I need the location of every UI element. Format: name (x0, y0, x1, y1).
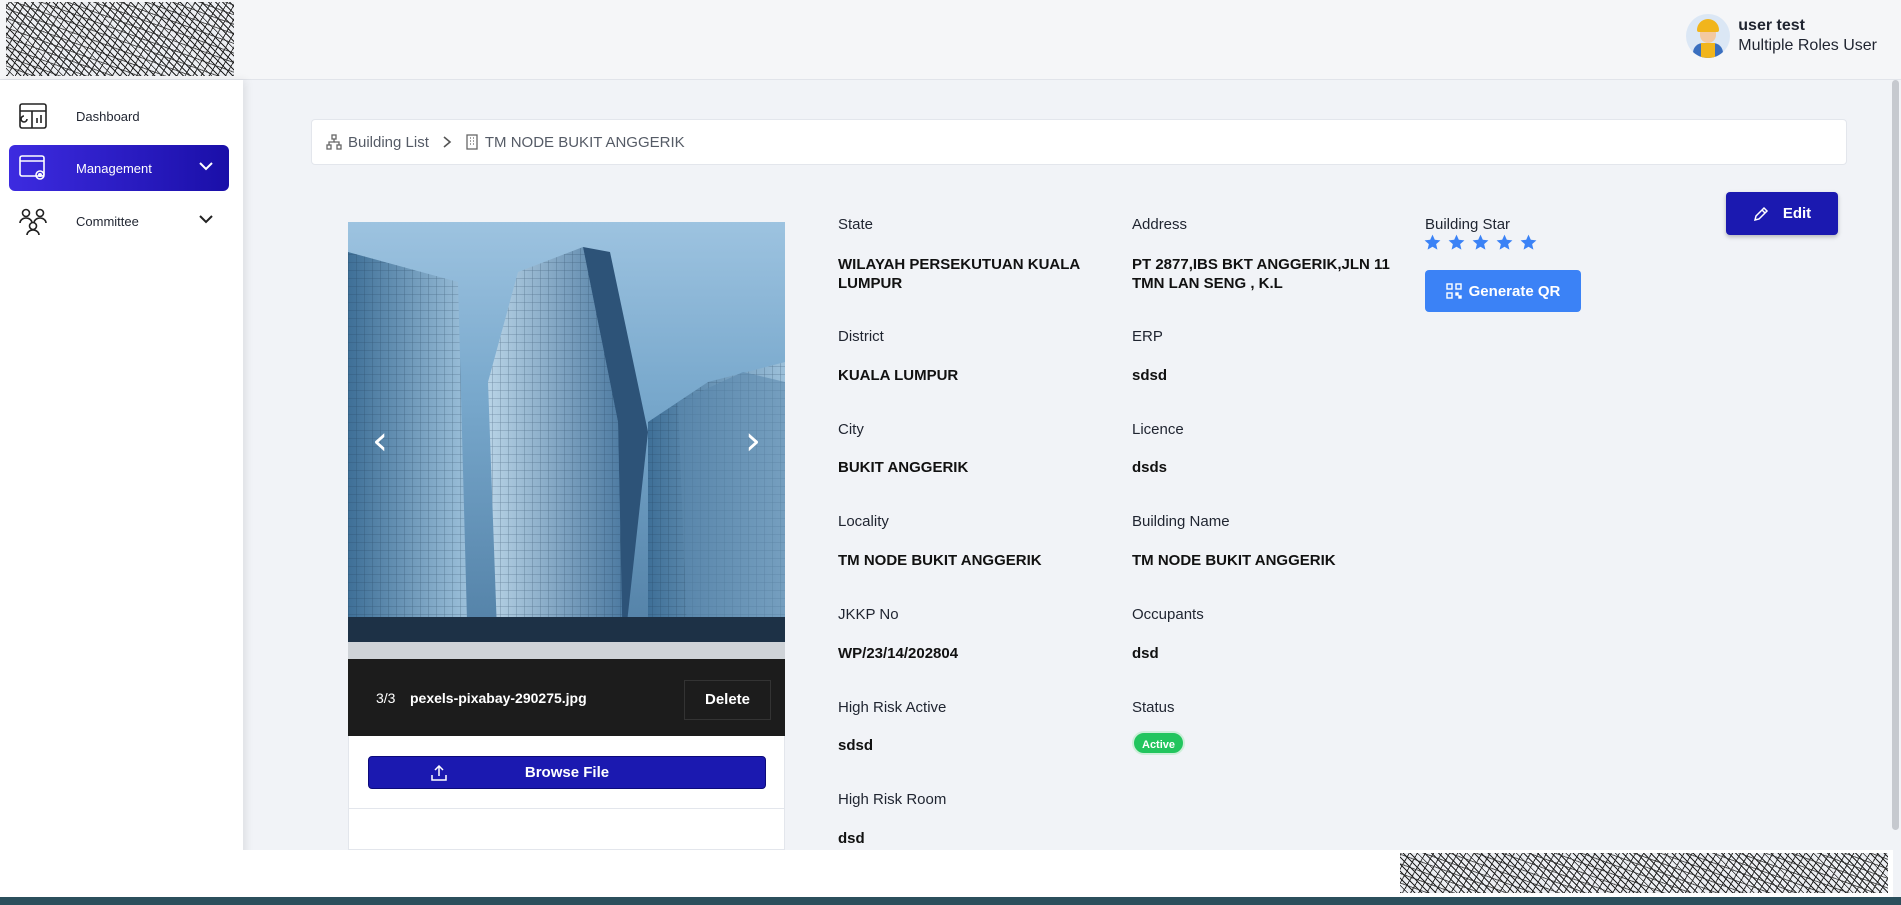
app-logo[interactable] (6, 2, 234, 76)
high-risk-room-label: High Risk Room (838, 791, 947, 808)
district-label: District (838, 328, 884, 345)
image-filename: pexels-pixabay-290275.jpg (410, 690, 587, 706)
chevron-down-icon[interactable] (197, 157, 215, 178)
occupants-value: dsd (1132, 645, 1159, 662)
window-bottom-edge (0, 897, 1901, 905)
star-icon[interactable] (1423, 233, 1442, 252)
sidebar-item-label: Dashboard (76, 108, 140, 124)
sidebar-item-dashboard[interactable]: Dashboard (9, 93, 229, 139)
status-label: Status (1132, 699, 1175, 716)
erp-value: sdsd (1132, 367, 1168, 384)
jkkp-value: WP/23/14/202804 (838, 645, 959, 662)
card-divider (348, 808, 785, 809)
building-name-label: Building Name (1132, 513, 1230, 530)
chevron-down-icon[interactable] (197, 210, 215, 231)
user-role: Multiple Roles User (1738, 37, 1877, 54)
edit-button[interactable]: Edit (1726, 192, 1838, 235)
avatar[interactable] (1686, 14, 1731, 58)
browse-file-label: Browse File (524, 764, 610, 781)
high-risk-active-label: High Risk Active (838, 699, 947, 716)
address-value: PT 2877,IBS BKT ANGGERIK,JLN 11 TMN LAN … (1132, 256, 1390, 292)
star-icon[interactable] (1471, 233, 1490, 252)
state-value: WILAYAH PERSEKUTUAN KUALA LUMPUR (838, 256, 1080, 292)
city-label: City (838, 421, 864, 438)
breadcrumb-current: TM NODE BUKIT ANGGERIK (484, 133, 685, 151)
occupants-label: Occupants (1132, 606, 1204, 623)
image-caption-bar: 3/3 pexels-pixabay-290275.jpg Delete (348, 659, 785, 736)
image-counter: 3/3 (376, 690, 396, 706)
carousel-next-button[interactable]: › (745, 418, 761, 464)
sidebar-item-label: Management (76, 160, 152, 176)
breadcrumb: Building List TM NODE BUKIT ANGGERIK (311, 119, 1847, 165)
star-icon[interactable] (1495, 233, 1514, 252)
generate-qr-label: Generate QR (1468, 282, 1561, 300)
sidebar-item-committee[interactable]: Committee (9, 198, 229, 244)
committee-icon (18, 206, 48, 236)
delete-image-button[interactable]: Delete (684, 680, 771, 720)
sitemap-icon (326, 134, 342, 150)
locality-label: Locality (838, 513, 889, 530)
carousel-prev-button[interactable]: ‹ (372, 418, 388, 464)
high-risk-active-value: sdsd (838, 737, 874, 754)
building-star-rating (1423, 233, 1538, 252)
user-info: user test Multiple Roles User (1738, 16, 1877, 56)
licence-value: dsds (1132, 459, 1168, 476)
building-icon (465, 134, 479, 150)
status-badge: Active (1132, 731, 1186, 755)
district-value: KUALA LUMPUR (838, 367, 959, 384)
building-name-value: TM NODE BUKIT ANGGERIK (1132, 552, 1336, 569)
star-icon[interactable] (1519, 233, 1538, 252)
star-icon[interactable] (1447, 233, 1466, 252)
building-star-label: Building Star (1425, 216, 1511, 233)
top-bar: user test Multiple Roles User (0, 0, 1901, 80)
high-risk-room-value: dsd (838, 830, 865, 847)
breadcrumb-building-list[interactable]: Building List (348, 134, 429, 151)
generate-qr-button[interactable]: Generate QR (1425, 270, 1581, 312)
building-photo: ‹ › (348, 222, 785, 659)
city-value: BUKIT ANGGERIK (838, 459, 969, 476)
page-scrollbar[interactable] (1892, 80, 1899, 830)
jkkp-label: JKKP No (838, 606, 899, 623)
licence-label: Licence (1132, 421, 1184, 438)
management-icon (18, 153, 48, 183)
edit-label: Edit (1782, 205, 1812, 222)
state-label: State (838, 216, 874, 233)
user-menu[interactable]: user test Multiple Roles User (1686, 14, 1877, 58)
upload-icon (431, 764, 447, 785)
erp-label: ERP (1132, 328, 1163, 345)
chevron-right-icon (441, 135, 453, 149)
locality-value: TM NODE BUKIT ANGGERIK (838, 552, 1042, 569)
dashboard-icon (18, 101, 48, 131)
browse-file-button[interactable]: Browse File (368, 756, 766, 789)
sidebar-item-label: Committee (76, 213, 139, 229)
pencil-icon (1753, 206, 1768, 221)
sidebar: Dashboard Management Committee (0, 80, 243, 900)
address-label: Address (1132, 216, 1188, 233)
qr-code-icon (1445, 283, 1462, 299)
user-name: user test (1738, 17, 1805, 34)
footer-graphic (1400, 853, 1888, 893)
sidebar-item-management[interactable]: Management (9, 145, 229, 191)
